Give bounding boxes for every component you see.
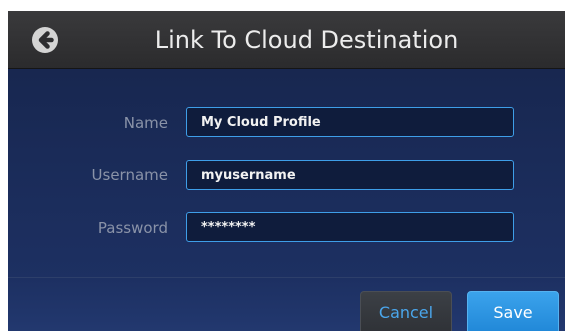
page-title: Link To Cloud Destination <box>154 26 459 54</box>
password-label: Password <box>97 219 168 237</box>
title-bar: Link To Cloud Destination <box>8 11 565 69</box>
username-label: Username <box>91 166 168 184</box>
cancel-button[interactable]: Cancel <box>360 291 452 331</box>
username-input[interactable] <box>186 160 514 190</box>
save-button[interactable]: Save <box>467 291 559 331</box>
dialog-window: Link To Cloud Destination Name Username … <box>8 11 565 331</box>
name-label: Name <box>123 114 168 132</box>
footer-bar: Cancel Save <box>8 277 565 331</box>
password-input[interactable] <box>186 212 514 242</box>
name-input[interactable] <box>186 107 514 137</box>
